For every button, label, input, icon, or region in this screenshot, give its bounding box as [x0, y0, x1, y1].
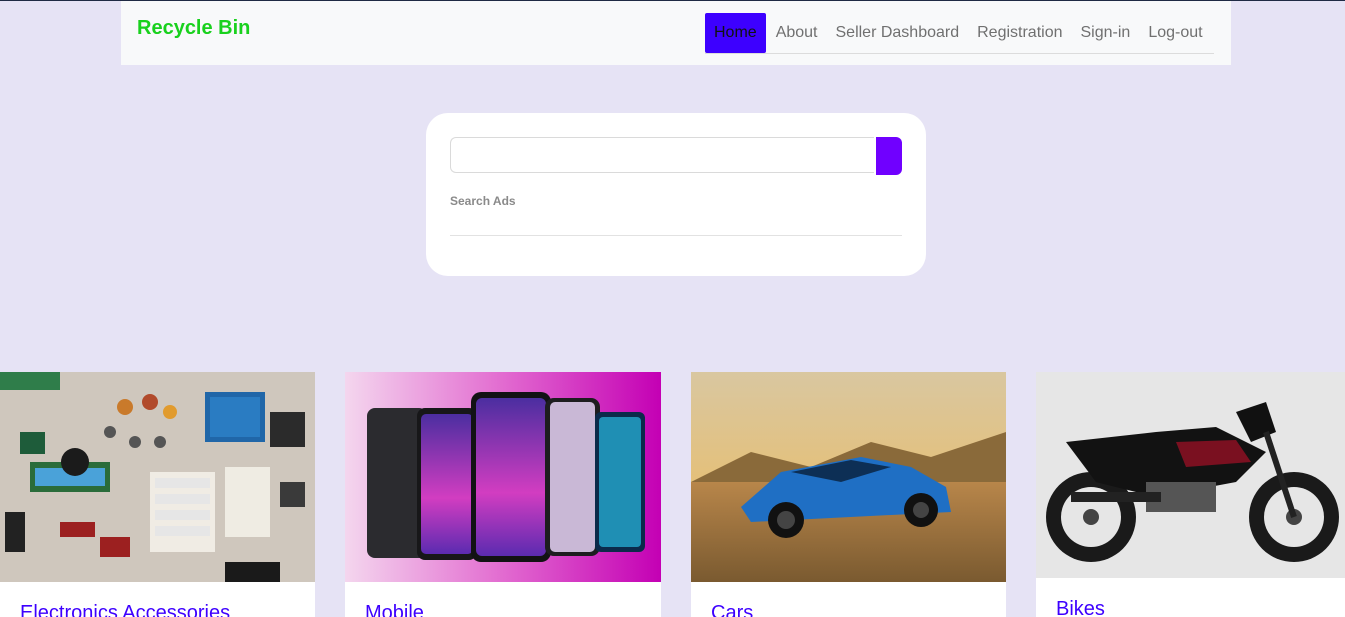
nav-item-log-out[interactable]: Log-out — [1139, 13, 1211, 53]
nav-item-about[interactable]: About — [767, 13, 827, 53]
search-divider — [450, 235, 902, 236]
category-card-bikes[interactable]: Bikes — [1036, 372, 1345, 617]
navbar: Recycle Bin Home About Seller Dashboard … — [121, 1, 1231, 65]
electronics-image — [0, 372, 315, 582]
category-card-electronics[interactable]: Electronics Accessories — [0, 372, 315, 617]
category-title-cars[interactable]: Cars — [711, 602, 753, 617]
nav-menu: Home About Seller Dashboard Registration… — [705, 13, 1214, 54]
nav-item-seller-dashboard[interactable]: Seller Dashboard — [827, 13, 969, 53]
motorbike-image — [1036, 372, 1345, 578]
search-input[interactable] — [450, 137, 874, 173]
search-label: Search Ads — [450, 194, 516, 208]
nav-item-registration[interactable]: Registration — [968, 13, 1071, 53]
search-card: Search Ads — [426, 113, 926, 276]
brand-logo[interactable]: Recycle Bin — [137, 17, 250, 40]
category-title-bikes[interactable]: Bikes — [1056, 598, 1105, 617]
nav-item-sign-in[interactable]: Sign-in — [1072, 13, 1140, 53]
category-title-mobile[interactable]: Mobile — [365, 602, 424, 617]
nav-item-home[interactable]: Home — [705, 13, 766, 53]
mobile-phones-image — [345, 372, 661, 582]
category-card-mobile[interactable]: Mobile — [345, 372, 661, 617]
blue-car-image — [691, 372, 1006, 582]
category-title-electronics[interactable]: Electronics Accessories — [20, 602, 230, 617]
category-card-cars[interactable]: Cars — [691, 372, 1006, 617]
search-button[interactable] — [876, 137, 902, 175]
